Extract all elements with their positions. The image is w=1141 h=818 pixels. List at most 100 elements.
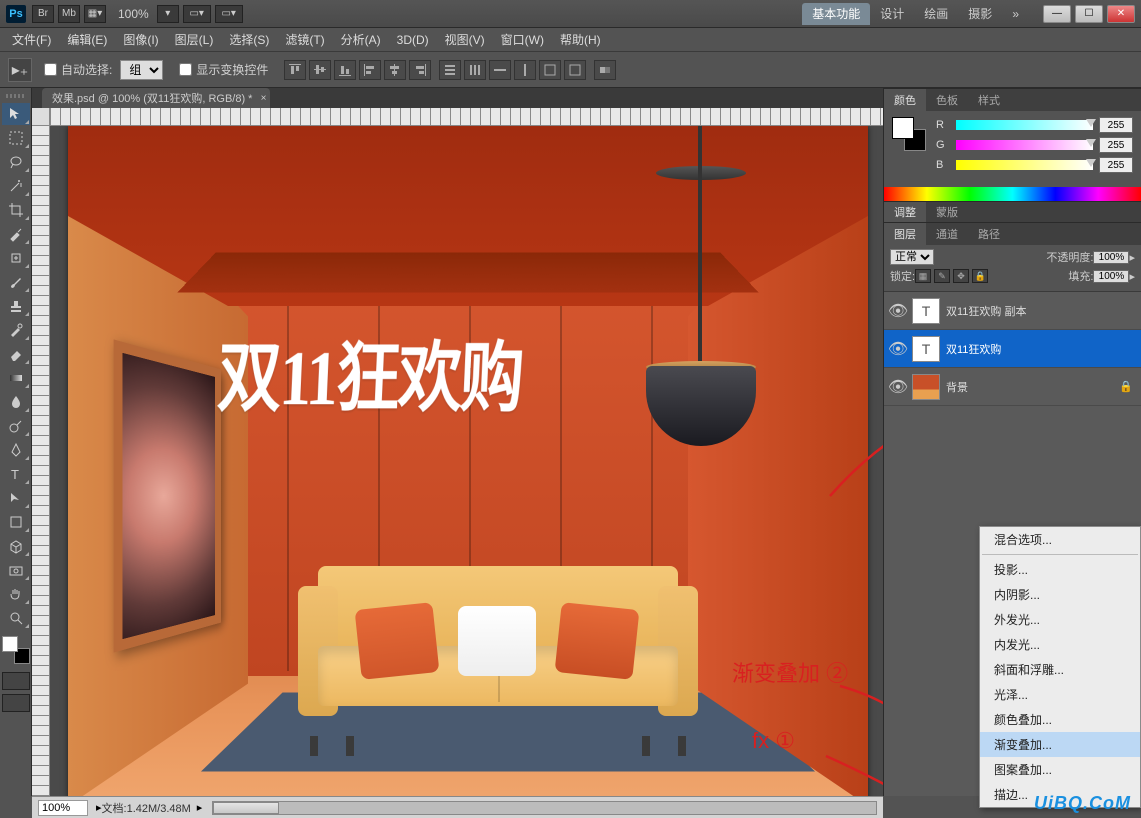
- menu-filter[interactable]: 滤镜(T): [277, 28, 332, 51]
- tab-swatches[interactable]: 色板: [926, 89, 968, 111]
- color-swatch-picker[interactable]: [892, 117, 926, 151]
- tab-layers[interactable]: 图层: [884, 223, 926, 245]
- tab-masks[interactable]: 蒙版: [926, 202, 968, 222]
- pen-tool[interactable]: [2, 439, 30, 461]
- brush-tool[interactable]: [2, 271, 30, 293]
- eraser-tool[interactable]: [2, 343, 30, 365]
- menu-file[interactable]: 文件(F): [4, 28, 59, 51]
- align-left[interactable]: [359, 60, 381, 80]
- r-value[interactable]: [1099, 117, 1133, 133]
- maximize-button[interactable]: ☐: [1075, 5, 1103, 23]
- distribute-3[interactable]: [489, 60, 511, 80]
- layer-name[interactable]: 背景: [946, 379, 1119, 395]
- chevron-right-icon[interactable]: ▸: [197, 801, 203, 814]
- menu-layer[interactable]: 图层(L): [167, 28, 222, 51]
- zoom-level-display[interactable]: 100%: [118, 7, 149, 21]
- ruler-vertical[interactable]: [32, 126, 50, 796]
- workspace-more[interactable]: »: [1002, 3, 1029, 25]
- hand-tool[interactable]: [2, 583, 30, 605]
- fx-inner-shadow[interactable]: 内阴影...: [980, 582, 1140, 607]
- align-top[interactable]: [284, 60, 306, 80]
- arrange-docs-button[interactable]: ▭▾: [183, 5, 211, 23]
- align-hcenter[interactable]: [384, 60, 406, 80]
- color-spectrum[interactable]: [884, 187, 1141, 201]
- b-value[interactable]: [1099, 157, 1133, 173]
- visibility-icon[interactable]: 👁: [888, 377, 908, 397]
- menu-help[interactable]: 帮助(H): [552, 28, 609, 51]
- layer-row[interactable]: 👁 T 双11狂欢购 副本: [884, 292, 1141, 330]
- align-right[interactable]: [409, 60, 431, 80]
- menu-view[interactable]: 视图(V): [437, 28, 493, 51]
- align-bottom[interactable]: [334, 60, 356, 80]
- auto-select-dropdown[interactable]: 组: [120, 60, 163, 80]
- crop-tool[interactable]: [2, 199, 30, 221]
- lock-pixels[interactable]: ✎: [934, 269, 950, 283]
- stamp-tool[interactable]: [2, 295, 30, 317]
- fx-blend-options[interactable]: 混合选项...: [980, 527, 1140, 552]
- tab-adjustments[interactable]: 调整: [884, 202, 926, 222]
- g-value[interactable]: [1099, 137, 1133, 153]
- 3d-tool[interactable]: [2, 535, 30, 557]
- document-tab[interactable]: 效果.psd @ 100% (双11狂欢购, RGB/8) * ×: [42, 88, 270, 108]
- workspace-photography[interactable]: 摄影: [958, 3, 1002, 25]
- marquee-tool[interactable]: [2, 127, 30, 149]
- status-zoom-input[interactable]: [38, 800, 88, 816]
- visibility-icon[interactable]: 👁: [888, 301, 908, 321]
- workspace-essentials[interactable]: 基本功能: [802, 3, 870, 25]
- dodge-tool[interactable]: [2, 415, 30, 437]
- horizontal-scrollbar[interactable]: [212, 801, 877, 815]
- fx-satin[interactable]: 光泽...: [980, 682, 1140, 707]
- menu-select[interactable]: 选择(S): [221, 28, 277, 51]
- screen-mode-button[interactable]: ▭▾: [215, 5, 243, 23]
- current-tool-icon[interactable]: ▸₊: [8, 58, 32, 82]
- bridge-button[interactable]: Br: [32, 5, 54, 23]
- tab-styles[interactable]: 样式: [968, 89, 1010, 111]
- fx-inner-glow[interactable]: 内发光...: [980, 632, 1140, 657]
- ruler-horizontal[interactable]: [50, 108, 883, 126]
- minibridge-button[interactable]: Mb: [58, 5, 80, 23]
- visibility-icon[interactable]: 👁: [888, 339, 908, 359]
- workspace-painting[interactable]: 绘画: [914, 3, 958, 25]
- zoom-tool[interactable]: [2, 607, 30, 629]
- opacity-input[interactable]: [1093, 251, 1129, 264]
- menu-window[interactable]: 窗口(W): [493, 28, 552, 51]
- fx-pattern-overlay[interactable]: 图案叠加...: [980, 757, 1140, 782]
- distribute-4[interactable]: [514, 60, 536, 80]
- menu-image[interactable]: 图像(I): [115, 28, 166, 51]
- fx-outer-glow[interactable]: 外发光...: [980, 607, 1140, 632]
- tab-paths[interactable]: 路径: [968, 223, 1010, 245]
- show-transform-checkbox[interactable]: 显示变换控件: [179, 61, 268, 78]
- move-tool[interactable]: [2, 103, 30, 125]
- menu-analysis[interactable]: 分析(A): [333, 28, 389, 51]
- path-select-tool[interactable]: [2, 487, 30, 509]
- fx-color-overlay[interactable]: 颜色叠加...: [980, 707, 1140, 732]
- auto-align[interactable]: [594, 60, 616, 80]
- distribute-2[interactable]: [464, 60, 486, 80]
- foreground-background-colors[interactable]: [2, 636, 30, 664]
- eyedropper-tool[interactable]: [2, 223, 30, 245]
- tab-channels[interactable]: 通道: [926, 223, 968, 245]
- layer-name[interactable]: 双11狂欢购: [946, 341, 1137, 357]
- lock-all[interactable]: 🔒: [972, 269, 988, 283]
- auto-select-checkbox[interactable]: 自动选择:: [44, 61, 112, 78]
- blend-mode-select[interactable]: 正常: [890, 249, 934, 265]
- fx-gradient-overlay[interactable]: 渐变叠加...: [980, 732, 1140, 757]
- minimize-button[interactable]: —: [1043, 5, 1071, 23]
- r-slider[interactable]: [956, 120, 1093, 130]
- zoom-dropdown[interactable]: ▾: [157, 5, 179, 23]
- distribute-6[interactable]: [564, 60, 586, 80]
- screen-mode-toggle[interactable]: [2, 694, 30, 712]
- lock-position[interactable]: ✥: [953, 269, 969, 283]
- tab-color[interactable]: 颜色: [884, 89, 926, 111]
- ruler-origin[interactable]: [32, 108, 50, 126]
- layer-name[interactable]: 双11狂欢购 副本: [946, 303, 1137, 319]
- distribute-1[interactable]: [439, 60, 461, 80]
- b-slider[interactable]: [956, 160, 1093, 170]
- fill-input[interactable]: [1093, 270, 1129, 283]
- wand-tool[interactable]: [2, 175, 30, 197]
- fx-drop-shadow[interactable]: 投影...: [980, 557, 1140, 582]
- view-grid-button[interactable]: ▦▾: [84, 5, 106, 23]
- distribute-5[interactable]: [539, 60, 561, 80]
- align-vcenter[interactable]: [309, 60, 331, 80]
- quick-mask-toggle[interactable]: [2, 672, 30, 690]
